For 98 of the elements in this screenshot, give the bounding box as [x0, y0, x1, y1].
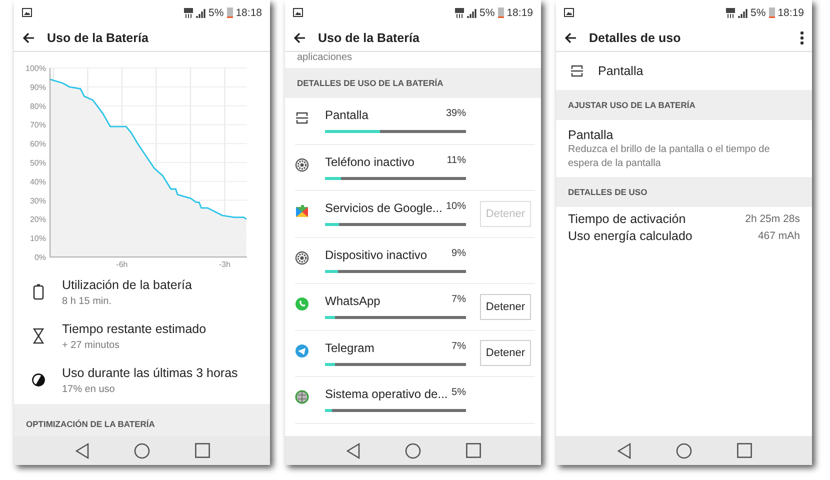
usage-percent: 11% — [446, 154, 466, 168]
item-subtitle: + 27 minutos — [62, 340, 121, 350]
details-header: Pantalla — [598, 64, 644, 78]
item-subtitle: 8 h 15 min. — [62, 296, 112, 306]
usage-percent: 7% — [452, 294, 466, 308]
image-icon — [564, 8, 574, 17]
signal-icon — [738, 8, 748, 18]
detail-value: 2h 25m 28s — [745, 212, 800, 224]
axis-label: 50% — [30, 158, 46, 168]
axis-label: 30% — [30, 196, 46, 206]
battery-icon — [498, 7, 504, 18]
cut-off-text: aplicaciones — [297, 52, 354, 64]
back-nav-icon[interactable] — [74, 442, 88, 458]
usage-row[interactable]: Sistema operativo de... 5% — [295, 377, 535, 424]
back-nav-icon[interactable] — [616, 442, 630, 458]
paper-plane-icon — [295, 344, 309, 358]
overflow-menu-icon[interactable] — [800, 31, 804, 45]
back-icon[interactable] — [22, 32, 35, 44]
gear-icon — [295, 250, 309, 265]
usage-row[interactable]: Dispositivo inactivo 9% — [295, 238, 535, 284]
battery-icon — [226, 7, 233, 18]
item-title[interactable]: Pantalla — [568, 128, 800, 142]
item-title: Utilización de la batería — [62, 278, 192, 292]
axis-label: 100% — [26, 64, 46, 73]
back-icon[interactable] — [564, 32, 577, 44]
usage-row[interactable]: Pantalla 39% — [295, 98, 535, 144]
usage-row[interactable]: WhatsApp 7% Detener — [295, 284, 535, 330]
axis-label: 60% — [30, 140, 46, 149]
app-name: Dispositivo inactivo — [325, 248, 428, 262]
axis-label: -3h — [218, 260, 230, 269]
usage-row[interactable]: Telegram 7% Detener — [295, 330, 535, 377]
usage-percent: 10% — [446, 201, 466, 214]
network-icon — [726, 8, 735, 18]
app-name: Sistema operativo de... — [325, 387, 448, 402]
axis-label: -6h — [116, 260, 128, 269]
app-name: Teléfono inactivo — [325, 154, 414, 169]
detail-label: Tiempo de activación — [568, 212, 686, 226]
back-icon[interactable] — [293, 32, 306, 44]
app-name: Pantalla — [325, 108, 368, 122]
app-bar-title: Uso de la Batería — [47, 31, 150, 45]
battery-level: 5% — [480, 6, 495, 18]
signal-icon — [466, 8, 477, 18]
item-description: Reduzca el brillo de la pantalla o el tiempo de espera de la pantalla — [568, 143, 771, 171]
status-time: 18:18 — [236, 6, 262, 18]
usage-percent: 7% — [452, 340, 466, 354]
home-nav-icon[interactable] — [404, 442, 420, 458]
signal-icon — [196, 8, 206, 18]
app-bar-title: Uso de la Batería — [318, 31, 420, 45]
image-icon — [22, 8, 32, 17]
axis-label: 40% — [30, 177, 46, 186]
app-bar-title: Detalles de uso — [589, 31, 682, 45]
home-nav-icon[interactable] — [134, 442, 150, 458]
usage-percent: 9% — [452, 248, 466, 261]
battery-level: 5% — [750, 6, 766, 18]
section-header: DETALLES DE USO DE LA BATERÍA — [285, 68, 541, 98]
puzzle-icon — [295, 204, 309, 218]
gear-icon — [295, 158, 309, 172]
stop-button[interactable]: Detener — [480, 340, 531, 366]
recents-nav-icon[interactable] — [736, 443, 752, 458]
image-icon — [293, 8, 303, 17]
app-name: Servicios de Google... — [325, 201, 442, 216]
network-icon — [184, 8, 193, 18]
network-icon — [454, 8, 464, 18]
item-subtitle: 17% en uso — [62, 384, 116, 394]
half-circle-icon — [32, 372, 44, 388]
back-nav-icon[interactable] — [346, 442, 360, 458]
usage-percent: 39% — [446, 108, 466, 122]
item-title: Tiempo restante estimado — [62, 322, 206, 336]
screen-icon — [295, 111, 309, 126]
screen-icon — [570, 64, 584, 78]
battery-icon — [32, 284, 44, 300]
chat-bubble-icon — [295, 297, 309, 312]
axis-label: 20% — [30, 215, 46, 224]
axis-label: 0% — [34, 253, 46, 262]
usage-row[interactable]: Teléfono inactivo 11% — [295, 144, 535, 191]
battery-level: 5% — [208, 6, 224, 18]
app-name: Telegram — [325, 340, 374, 355]
recents-nav-icon[interactable] — [466, 443, 480, 458]
axis-label: 80% — [30, 102, 46, 111]
axis-label: 90% — [30, 82, 46, 92]
battery-icon — [768, 7, 775, 18]
hourglass-icon — [32, 328, 44, 344]
app-name: WhatsApp — [325, 294, 380, 308]
recents-nav-icon[interactable] — [194, 443, 210, 458]
detail-value: 467 mAh — [758, 230, 800, 242]
item-title: Uso durante las últimas 3 horas — [62, 366, 238, 380]
status-time: 18:19 — [778, 6, 804, 18]
axis-label: 70% — [30, 120, 46, 130]
usage-percent: 5% — [452, 387, 466, 400]
status-time: 18:19 — [506, 6, 533, 18]
stop-button[interactable]: Detener — [480, 294, 531, 320]
section-header: OPTIMIZACIÓN DE LA BATERÍA — [14, 404, 270, 436]
home-nav-icon[interactable] — [676, 442, 692, 458]
section-header: AJUSTAR USO DE LA BATERÍA — [556, 90, 812, 120]
globe-icon — [295, 390, 309, 404]
axis-label: 10% — [30, 234, 46, 244]
detail-label: Uso energía calculado — [568, 228, 692, 242]
section-header: DETALLES DE USO — [556, 177, 812, 207]
